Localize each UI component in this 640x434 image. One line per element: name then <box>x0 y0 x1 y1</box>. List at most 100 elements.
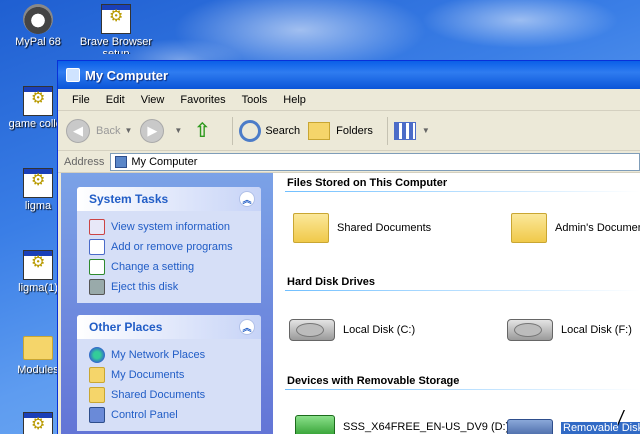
item-label: Local Disk (F:) <box>561 324 632 336</box>
chevron-down-icon: ▼ <box>124 126 133 135</box>
desktop-icon-mypal[interactable]: MyPal 68 <box>0 4 80 48</box>
computer-icon <box>115 155 128 168</box>
folder-icon <box>89 387 105 403</box>
back-arrow-icon: ◀ <box>66 118 90 143</box>
other-places-header[interactable]: Other Places ︽ <box>77 315 261 339</box>
collapse-icon[interactable]: ︽ <box>239 319 255 335</box>
task-label: Eject this disk <box>111 281 179 293</box>
item-local-disk-f[interactable]: Local Disk (F:) <box>507 319 632 341</box>
group-divider <box>285 290 640 291</box>
task-add-remove-programs[interactable]: Add or remove programs <box>89 237 253 257</box>
file-view: Files Stored on This Computer Shared Doc… <box>273 173 640 434</box>
system-tasks-panel: System Tasks ︽ View system information A… <box>77 187 261 303</box>
chevron-down-icon: ▼ <box>421 126 430 135</box>
window-title: My Computer <box>85 67 169 83</box>
network-icon <box>89 347 105 363</box>
desktop-icon-brave-setup[interactable]: Brave Browser setup <box>74 4 158 54</box>
mypal-icon <box>23 4 53 34</box>
task-label: View system information <box>111 221 231 233</box>
desktop-icon-label: Brave Browser <box>79 36 153 48</box>
setup-app-icon <box>23 168 53 198</box>
setup-app-icon <box>23 250 53 280</box>
chevron-down-icon: ▼ <box>174 126 183 135</box>
item-admins-documents[interactable]: Admin's Documen <box>511 213 640 243</box>
menu-bar: File Edit View Favorites Tools Help <box>58 89 640 111</box>
place-label: Shared Documents <box>111 389 206 401</box>
group-title-files-stored: Files Stored on This Computer <box>287 177 448 189</box>
folder-icon <box>511 213 547 243</box>
mouse-cursor-icon <box>617 409 624 425</box>
other-places-title: Other Places <box>89 320 163 334</box>
address-value: My Computer <box>131 155 198 168</box>
task-change-setting[interactable]: Change a setting <box>89 257 253 277</box>
hard-drive-icon <box>507 319 553 341</box>
control-panel-icon <box>89 407 105 423</box>
group-title-hard-disks: Hard Disk Drives <box>287 276 376 288</box>
system-info-icon <box>89 219 105 235</box>
place-control-panel[interactable]: Control Panel <box>89 405 253 425</box>
item-label: Shared Documents <box>337 222 432 234</box>
search-label: Search <box>265 124 301 137</box>
setup-app-icon <box>23 412 53 434</box>
search-icon <box>239 119 262 142</box>
documents-folder-icon <box>89 367 105 383</box>
place-network-places[interactable]: My Network Places <box>89 345 253 365</box>
toolbar-separator <box>232 116 234 145</box>
folders-button[interactable]: Folders <box>308 121 373 140</box>
item-label: Admin's Documen <box>555 222 640 234</box>
views-button[interactable]: ▼ <box>393 121 430 140</box>
place-label: My Network Places <box>111 349 206 361</box>
group-divider <box>285 389 640 390</box>
place-shared-documents[interactable]: Shared Documents <box>89 385 253 405</box>
menu-help[interactable]: Help <box>275 94 314 106</box>
folders-icon <box>308 121 331 140</box>
item-dvd-drive-d[interactable]: SSS_X64FREE_EN-US_DV9 (D:) <box>295 415 509 434</box>
dvd-drive-icon <box>295 415 335 434</box>
collapse-icon[interactable]: ︽ <box>239 191 255 207</box>
item-label: Local Disk (C:) <box>343 324 416 336</box>
setup-app-icon <box>23 86 53 116</box>
task-view-system-info[interactable]: View system information <box>89 217 253 237</box>
folder-icon <box>23 336 53 360</box>
system-tasks-header[interactable]: System Tasks ︽ <box>77 187 261 211</box>
menu-file[interactable]: File <box>64 94 98 106</box>
forward-button[interactable]: ▶ ▼ <box>140 118 183 143</box>
computer-icon <box>66 68 80 82</box>
setup-app-icon <box>101 4 131 34</box>
title-bar[interactable]: My Computer <box>58 61 640 89</box>
views-icon <box>393 121 416 140</box>
up-folder-icon: ⇧ <box>193 120 211 142</box>
item-label: Removable Disk ( <box>561 422 640 434</box>
back-label: Back <box>96 124 121 137</box>
control-panel-icon <box>89 259 105 275</box>
item-label: SSS_X64FREE_EN-US_DV9 (D:) <box>343 421 510 433</box>
eject-icon <box>89 279 105 295</box>
window-content: System Tasks ︽ View system information A… <box>61 173 640 434</box>
toolbar-separator <box>386 116 388 145</box>
folders-label: Folders <box>336 124 373 137</box>
search-button[interactable]: Search <box>239 119 301 142</box>
toolbar: ◀ Back ▼ ▶ ▼ ⇧ Search Folders ▼ <box>58 111 640 151</box>
address-label: Address <box>64 155 105 168</box>
menu-view[interactable]: View <box>133 94 173 106</box>
up-button[interactable]: ⇧ <box>190 119 218 143</box>
item-shared-documents[interactable]: Shared Documents <box>293 213 431 243</box>
desktop-icon-label: MyPal 68 <box>15 36 61 48</box>
place-label: My Documents <box>111 369 185 381</box>
back-button[interactable]: ◀ Back ▼ <box>66 118 133 143</box>
task-eject-disk[interactable]: Eject this disk <box>89 277 253 297</box>
item-local-disk-c[interactable]: Local Disk (C:) <box>289 319 415 341</box>
hard-drive-icon <box>289 319 335 341</box>
place-my-documents[interactable]: My Documents <box>89 365 253 385</box>
place-label: Control Panel <box>111 409 178 421</box>
menu-edit[interactable]: Edit <box>98 94 133 106</box>
system-tasks-title: System Tasks <box>89 192 169 206</box>
folder-icon <box>293 213 329 243</box>
group-divider <box>285 191 640 192</box>
address-input[interactable]: My Computer <box>110 152 640 171</box>
address-bar: Address My Computer <box>58 151 640 173</box>
menu-tools[interactable]: Tools <box>234 94 276 106</box>
task-label: Change a setting <box>111 261 195 273</box>
menu-favorites[interactable]: Favorites <box>172 94 233 106</box>
add-remove-icon <box>89 239 105 255</box>
